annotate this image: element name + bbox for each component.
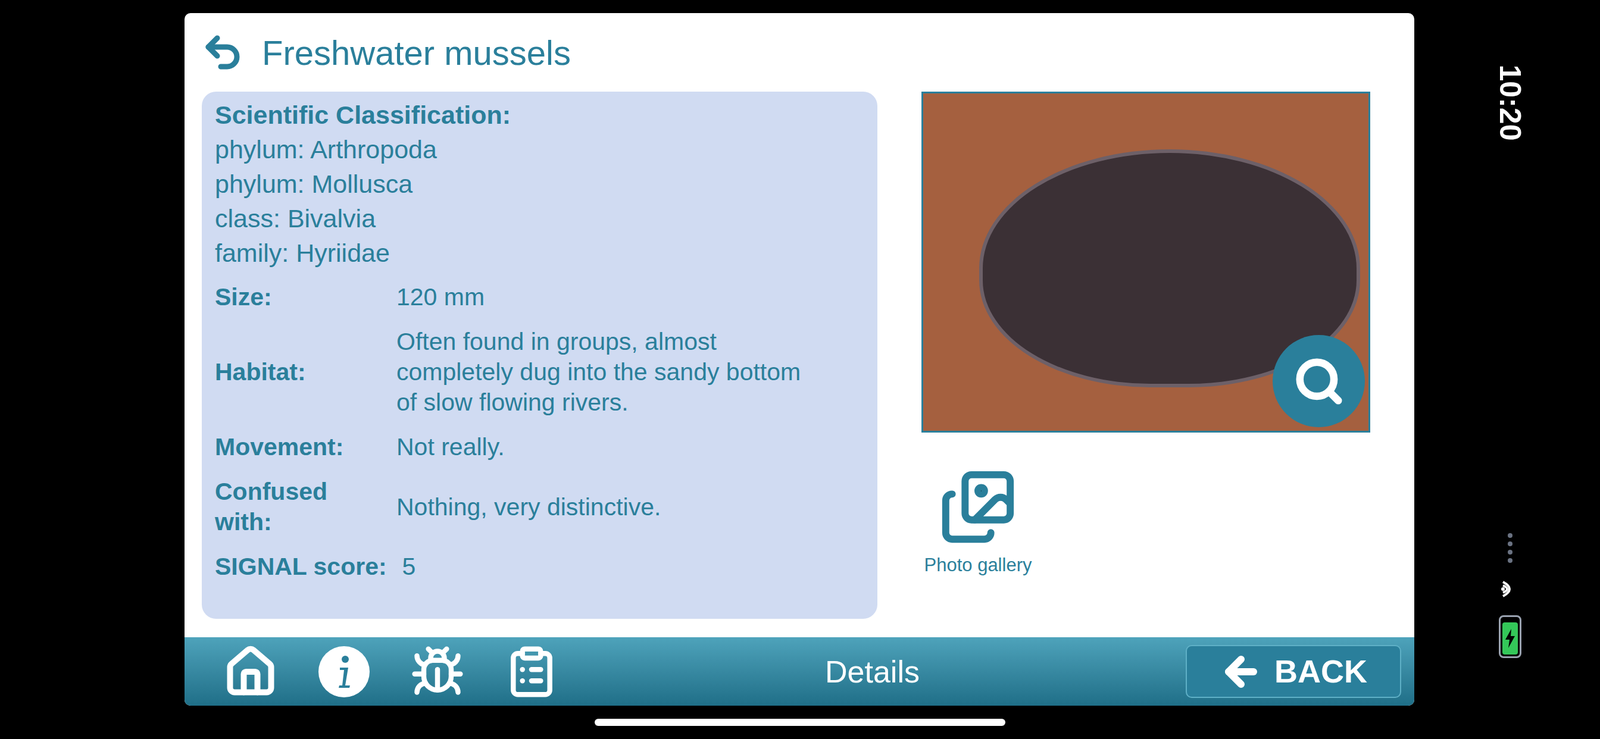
info-panel: Scientific Classification:phylum: Arthro… — [201, 91, 878, 620]
header: Freshwater mussels — [184, 13, 1415, 92]
bug-icon[interactable] — [410, 644, 465, 700]
page-title: Freshwater mussels — [261, 26, 571, 79]
detail-label: Movement: — [214, 432, 397, 463]
signal-row: SIGNAL score: 5 — [214, 551, 865, 583]
photo[interactable] — [921, 91, 1371, 433]
app-card: Freshwater mussels Scientific Classificat… — [184, 13, 1415, 706]
screen: Freshwater mussels Scientific Classificat… — [0, 0, 1600, 739]
classification-row: family: Hyriidae — [214, 235, 865, 271]
classification-heading: Scientific Classification: — [214, 97, 865, 133]
zoom-button[interactable] — [1272, 335, 1365, 428]
photo-gallery-button[interactable]: Photo gallery — [921, 468, 1035, 580]
gallery-label: Photo gallery — [924, 551, 1033, 580]
signal-value: 5 — [402, 551, 417, 583]
back-arrow-icon — [1219, 650, 1263, 694]
bottom-bar: DetailsBACK — [184, 637, 1415, 706]
home-indicator[interactable] — [594, 719, 1006, 727]
classification-row: phylum: Arthropoda — [214, 132, 865, 167]
charging-icon — [1504, 629, 1517, 649]
list-icon[interactable] — [504, 644, 559, 700]
info-icon[interactable] — [317, 645, 371, 699]
detail-value: Not really. — [396, 432, 814, 463]
magnifier-icon — [1293, 355, 1345, 408]
detail-value: 120 mm — [396, 282, 814, 313]
back-button[interactable]: BACK — [1185, 645, 1402, 699]
detail-value: Nothing, very distinctive. — [396, 492, 814, 523]
bar-title: Details — [558, 648, 1186, 696]
status-bar: 10:20 — [1414, 13, 1600, 706]
detail-label: Confused with: — [214, 476, 397, 538]
signal-label: SIGNAL score: — [214, 551, 387, 583]
detail-row: Movement:Not really. — [214, 432, 865, 463]
gallery-icon — [939, 468, 1017, 546]
detail-row: Size:120 mm — [214, 282, 865, 313]
classification-row: phylum: Mollusca — [214, 166, 865, 202]
detail-label: Size: — [214, 282, 397, 313]
detail-label: Habitat: — [214, 357, 397, 388]
undo-icon[interactable] — [201, 30, 245, 74]
detail-value: Often found in groups, almost completely… — [396, 326, 814, 418]
detail-row: Habitat:Often found in groups, almost co… — [214, 326, 865, 418]
detail-row: Confused with:Nothing, very distinctive. — [214, 476, 865, 538]
battery-icon — [1498, 615, 1522, 659]
home-icon[interactable] — [223, 644, 278, 700]
classification-row: class: Bivalvia — [214, 201, 865, 236]
wifi-icon — [1498, 577, 1523, 602]
status-time: 10:20 — [1488, 64, 1533, 141]
classification: Scientific Classification:phylum: Arthro… — [214, 97, 865, 271]
